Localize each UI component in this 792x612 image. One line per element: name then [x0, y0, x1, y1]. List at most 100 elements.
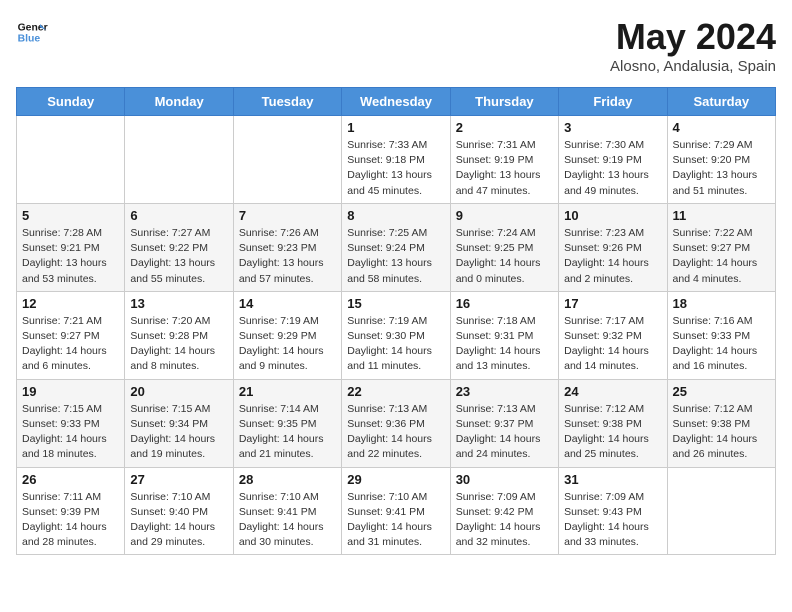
day-info: Sunrise: 7:09 AMSunset: 9:43 PMDaylight:… — [564, 490, 661, 551]
calendar-cell — [17, 116, 125, 204]
logo-icon: General Blue — [16, 16, 48, 48]
day-info: Sunrise: 7:18 AMSunset: 9:31 PMDaylight:… — [456, 314, 553, 375]
day-info: Sunrise: 7:14 AMSunset: 9:35 PMDaylight:… — [239, 402, 336, 463]
calendar-week-row: 19 Sunrise: 7:15 AMSunset: 9:33 PMDayligh… — [17, 379, 776, 467]
day-number: 23 — [456, 384, 553, 399]
svg-text:Blue: Blue — [18, 34, 41, 45]
day-info: Sunrise: 7:28 AMSunset: 9:21 PMDaylight:… — [22, 226, 119, 287]
day-number: 24 — [564, 384, 661, 399]
day-number: 18 — [673, 296, 770, 311]
calendar-week-row: 5 Sunrise: 7:28 AMSunset: 9:21 PMDaylight… — [17, 203, 776, 291]
calendar-cell: 4 Sunrise: 7:29 AMSunset: 9:20 PMDaylight… — [667, 116, 775, 204]
day-info: Sunrise: 7:15 AMSunset: 9:33 PMDaylight:… — [22, 402, 119, 463]
calendar-cell: 1 Sunrise: 7:33 AMSunset: 9:18 PMDaylight… — [342, 116, 450, 204]
day-info: Sunrise: 7:19 AMSunset: 9:30 PMDaylight:… — [347, 314, 444, 375]
column-header-tuesday: Tuesday — [233, 88, 341, 116]
day-info: Sunrise: 7:27 AMSunset: 9:22 PMDaylight:… — [130, 226, 227, 287]
calendar-cell: 14Sunrise: 7:19 AMSunset: 9:29 PMDayligh… — [233, 291, 341, 379]
day-info: Sunrise: 7:33 AMSunset: 9:18 PMDaylight:… — [347, 138, 444, 199]
calendar-cell: 15 Sunrise: 7:19 AMSunset: 9:30 PMDayligh… — [342, 291, 450, 379]
calendar-cell: 10Sunrise: 7:23 AMSunset: 9:26 PMDayligh… — [559, 203, 667, 291]
day-info: Sunrise: 7:12 AMSunset: 9:38 PMDaylight:… — [564, 402, 661, 463]
day-number: 29 — [347, 472, 444, 487]
day-number: 26 — [22, 472, 119, 487]
day-info: Sunrise: 7:17 AMSunset: 9:32 PMDaylight:… — [564, 314, 661, 375]
day-info: Sunrise: 7:19 AMSunset: 9:29 PMDaylight:… — [239, 314, 336, 375]
calendar-week-row: 26 Sunrise: 7:11 AMSunset: 9:39 PMDayligh… — [17, 467, 776, 555]
day-number: 9 — [456, 208, 553, 223]
day-number: 20 — [130, 384, 227, 399]
day-number: 3 — [564, 120, 661, 135]
day-number: 8 — [347, 208, 444, 223]
day-number: 15 — [347, 296, 444, 311]
day-info: Sunrise: 7:24 AMSunset: 9:25 PMDaylight:… — [456, 226, 553, 287]
calendar-header-row: SundayMondayTuesdayWednesdayThursdayFrid… — [17, 88, 776, 116]
day-info: Sunrise: 7:11 AMSunset: 9:39 PMDaylight:… — [22, 490, 119, 551]
column-header-saturday: Saturday — [667, 88, 775, 116]
day-info: Sunrise: 7:13 AMSunset: 9:36 PMDaylight:… — [347, 402, 444, 463]
calendar-week-row: 1 Sunrise: 7:33 AMSunset: 9:18 PMDaylight… — [17, 116, 776, 204]
calendar-table: SundayMondayTuesdayWednesdayThursdayFrid… — [16, 87, 776, 555]
calendar-cell — [667, 467, 775, 555]
day-number: 25 — [673, 384, 770, 399]
calendar-cell: 9 Sunrise: 7:24 AMSunset: 9:25 PMDaylight… — [450, 203, 558, 291]
day-number: 21 — [239, 384, 336, 399]
day-number: 6 — [130, 208, 227, 223]
day-info: Sunrise: 7:25 AMSunset: 9:24 PMDaylight:… — [347, 226, 444, 287]
calendar-cell: 11Sunrise: 7:22 AMSunset: 9:27 PMDayligh… — [667, 203, 775, 291]
calendar-cell: 19 Sunrise: 7:15 AMSunset: 9:33 PMDayligh… — [17, 379, 125, 467]
day-number: 17 — [564, 296, 661, 311]
calendar-cell: 21 Sunrise: 7:14 AMSunset: 9:35 PMDayligh… — [233, 379, 341, 467]
day-number: 2 — [456, 120, 553, 135]
column-header-wednesday: Wednesday — [342, 88, 450, 116]
calendar-cell: 26 Sunrise: 7:11 AMSunset: 9:39 PMDayligh… — [17, 467, 125, 555]
day-info: Sunrise: 7:10 AMSunset: 9:40 PMDaylight:… — [130, 490, 227, 551]
calendar-cell: 2 Sunrise: 7:31 AMSunset: 9:19 PMDaylight… — [450, 116, 558, 204]
calendar-cell: 24 Sunrise: 7:12 AMSunset: 9:38 PMDayligh… — [559, 379, 667, 467]
calendar-cell: 5 Sunrise: 7:28 AMSunset: 9:21 PMDaylight… — [17, 203, 125, 291]
day-info: Sunrise: 7:13 AMSunset: 9:37 PMDaylight:… — [456, 402, 553, 463]
calendar-cell: 20 Sunrise: 7:15 AMSunset: 9:34 PMDayligh… — [125, 379, 233, 467]
day-info: Sunrise: 7:16 AMSunset: 9:33 PMDaylight:… — [673, 314, 770, 375]
calendar-cell: 18 Sunrise: 7:16 AMSunset: 9:33 PMDayligh… — [667, 291, 775, 379]
day-info: Sunrise: 7:15 AMSunset: 9:34 PMDaylight:… — [130, 402, 227, 463]
calendar-cell: 12 Sunrise: 7:21 AMSunset: 9:27 PMDayligh… — [17, 291, 125, 379]
day-number: 11 — [673, 208, 770, 223]
page-header: General Blue May 2024 Alosno, Andalusia,… — [16, 16, 776, 75]
calendar-cell: 27 Sunrise: 7:10 AMSunset: 9:40 PMDayligh… — [125, 467, 233, 555]
day-number: 5 — [22, 208, 119, 223]
day-info: Sunrise: 7:20 AMSunset: 9:28 PMDaylight:… — [130, 314, 227, 375]
column-header-thursday: Thursday — [450, 88, 558, 116]
calendar-cell: 17 Sunrise: 7:17 AMSunset: 9:32 PMDayligh… — [559, 291, 667, 379]
calendar-cell: 25 Sunrise: 7:12 AMSunset: 9:38 PMDayligh… — [667, 379, 775, 467]
day-number: 1 — [347, 120, 444, 135]
day-info: Sunrise: 7:12 AMSunset: 9:38 PMDaylight:… — [673, 402, 770, 463]
day-number: 4 — [673, 120, 770, 135]
day-number: 31 — [564, 472, 661, 487]
day-number: 22 — [347, 384, 444, 399]
day-number: 19 — [22, 384, 119, 399]
day-info: Sunrise: 7:26 AMSunset: 9:23 PMDaylight:… — [239, 226, 336, 287]
day-info: Sunrise: 7:10 AMSunset: 9:41 PMDaylight:… — [239, 490, 336, 551]
day-number: 12 — [22, 296, 119, 311]
calendar-cell: 13Sunrise: 7:20 AMSunset: 9:28 PMDayligh… — [125, 291, 233, 379]
calendar-cell — [233, 116, 341, 204]
calendar-cell: 6 Sunrise: 7:27 AMSunset: 9:22 PMDaylight… — [125, 203, 233, 291]
day-number: 10 — [564, 208, 661, 223]
day-number: 27 — [130, 472, 227, 487]
day-number: 28 — [239, 472, 336, 487]
calendar-week-row: 12 Sunrise: 7:21 AMSunset: 9:27 PMDayligh… — [17, 291, 776, 379]
day-number: 16 — [456, 296, 553, 311]
month-year-title: May 2024 — [610, 16, 776, 58]
day-info: Sunrise: 7:09 AMSunset: 9:42 PMDaylight:… — [456, 490, 553, 551]
calendar-cell: 22 Sunrise: 7:13 AMSunset: 9:36 PMDayligh… — [342, 379, 450, 467]
day-info: Sunrise: 7:30 AMSunset: 9:19 PMDaylight:… — [564, 138, 661, 199]
title-block: May 2024 Alosno, Andalusia, Spain — [610, 16, 776, 75]
calendar-cell: 28 Sunrise: 7:10 AMSunset: 9:41 PMDayligh… — [233, 467, 341, 555]
day-info: Sunrise: 7:29 AMSunset: 9:20 PMDaylight:… — [673, 138, 770, 199]
day-number: 30 — [456, 472, 553, 487]
day-info: Sunrise: 7:21 AMSunset: 9:27 PMDaylight:… — [22, 314, 119, 375]
column-header-monday: Monday — [125, 88, 233, 116]
day-info: Sunrise: 7:31 AMSunset: 9:19 PMDaylight:… — [456, 138, 553, 199]
calendar-cell: 8 Sunrise: 7:25 AMSunset: 9:24 PMDaylight… — [342, 203, 450, 291]
